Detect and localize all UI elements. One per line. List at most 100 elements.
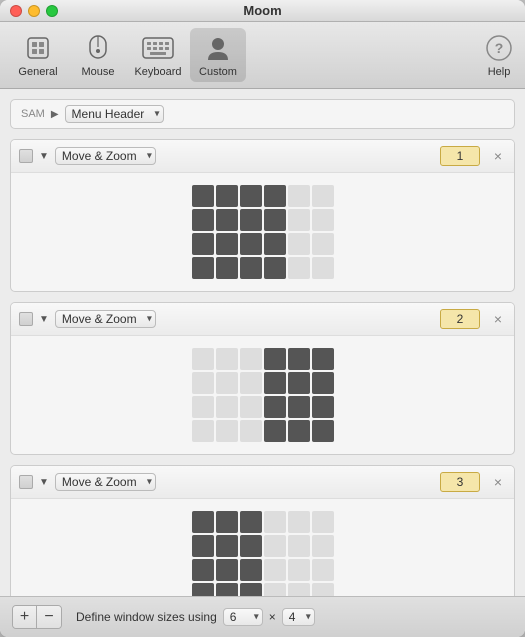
grid-cell[interactable] bbox=[288, 257, 310, 279]
rule-type-3[interactable]: Move & Zoom Move Zoom bbox=[55, 473, 156, 491]
toolbar-item-help[interactable]: ? Help bbox=[483, 32, 515, 78]
grid-cell[interactable] bbox=[240, 257, 262, 279]
grid-cell[interactable] bbox=[216, 559, 238, 581]
grid-cell[interactable] bbox=[216, 372, 238, 394]
grid-cell[interactable] bbox=[312, 511, 334, 533]
grid-cell[interactable] bbox=[264, 209, 286, 231]
grid-cell[interactable] bbox=[288, 583, 310, 596]
grid-cell[interactable] bbox=[312, 535, 334, 557]
grid-cell[interactable] bbox=[240, 348, 262, 370]
grid-cell[interactable] bbox=[192, 372, 214, 394]
grid-cell[interactable] bbox=[312, 209, 334, 231]
grid-cell[interactable] bbox=[192, 559, 214, 581]
rule-type-2[interactable]: Move & Zoom Move Zoom bbox=[55, 310, 156, 328]
rule-checkbox-1[interactable] bbox=[19, 149, 33, 163]
rule-close-3[interactable]: × bbox=[490, 474, 506, 490]
grid-cell[interactable] bbox=[240, 233, 262, 255]
grid-cell[interactable] bbox=[312, 559, 334, 581]
grid-cell[interactable] bbox=[216, 185, 238, 207]
grid-rows-select-wrapper[interactable]: 436 bbox=[282, 608, 315, 626]
rule-checkbox-2[interactable] bbox=[19, 312, 33, 326]
grid-cell[interactable] bbox=[240, 420, 262, 442]
grid-cell[interactable] bbox=[288, 511, 310, 533]
grid-cell[interactable] bbox=[264, 185, 286, 207]
grid-cell[interactable] bbox=[288, 535, 310, 557]
grid-cols-select[interactable]: 64812 bbox=[223, 608, 263, 626]
sam-select[interactable]: Menu Header Space Default bbox=[65, 105, 164, 123]
grid-cell[interactable] bbox=[288, 372, 310, 394]
grid-cell[interactable] bbox=[240, 372, 262, 394]
grid-cell[interactable] bbox=[240, 559, 262, 581]
sam-select-wrapper[interactable]: Menu Header Space Default bbox=[65, 105, 164, 123]
toolbar-item-general[interactable]: General bbox=[10, 28, 66, 82]
grid-cell[interactable] bbox=[240, 535, 262, 557]
maximize-button[interactable] bbox=[46, 5, 58, 17]
grid-cell[interactable] bbox=[192, 185, 214, 207]
grid-cell[interactable] bbox=[288, 185, 310, 207]
grid-cell[interactable] bbox=[288, 209, 310, 231]
grid-cell[interactable] bbox=[312, 348, 334, 370]
grid-cell[interactable] bbox=[192, 420, 214, 442]
toolbar-item-mouse[interactable]: Mouse bbox=[70, 28, 126, 82]
add-rule-button[interactable]: + bbox=[13, 606, 37, 628]
grid-cell[interactable] bbox=[312, 233, 334, 255]
grid-cell[interactable] bbox=[216, 209, 238, 231]
rule-close-2[interactable]: × bbox=[490, 311, 506, 327]
grid-cell[interactable] bbox=[240, 511, 262, 533]
grid-cell[interactable] bbox=[240, 396, 262, 418]
grid-cell[interactable] bbox=[216, 583, 238, 596]
grid-cell[interactable] bbox=[264, 257, 286, 279]
grid-cell[interactable] bbox=[312, 420, 334, 442]
grid-cell[interactable] bbox=[192, 209, 214, 231]
grid-cell[interactable] bbox=[264, 420, 286, 442]
grid-cell[interactable] bbox=[192, 257, 214, 279]
rule-close-1[interactable]: × bbox=[490, 148, 506, 164]
toolbar-item-custom[interactable]: Custom bbox=[190, 28, 246, 82]
grid-cell[interactable] bbox=[288, 559, 310, 581]
grid-cell[interactable] bbox=[216, 396, 238, 418]
grid-cell[interactable] bbox=[288, 396, 310, 418]
grid-cell[interactable] bbox=[312, 372, 334, 394]
grid-cell[interactable] bbox=[192, 396, 214, 418]
grid-cell[interactable] bbox=[216, 233, 238, 255]
grid-cell[interactable] bbox=[312, 396, 334, 418]
grid-cell[interactable] bbox=[264, 583, 286, 596]
rule-checkbox-3[interactable] bbox=[19, 475, 33, 489]
grid-cell[interactable] bbox=[216, 535, 238, 557]
grid-cell[interactable] bbox=[192, 511, 214, 533]
grid-cell[interactable] bbox=[216, 257, 238, 279]
minimize-button[interactable] bbox=[28, 5, 40, 17]
rule-type-select-2[interactable]: Move & Zoom Move Zoom bbox=[55, 310, 156, 328]
grid-cell[interactable] bbox=[288, 233, 310, 255]
grid-cell[interactable] bbox=[192, 233, 214, 255]
grid-cell[interactable] bbox=[264, 233, 286, 255]
rule-expand-1[interactable]: ▼ bbox=[39, 151, 49, 162]
grid-cell[interactable] bbox=[192, 348, 214, 370]
grid-cell[interactable] bbox=[240, 185, 262, 207]
grid-cols-select-wrapper[interactable]: 64812 bbox=[223, 608, 263, 626]
grid-cell[interactable] bbox=[312, 257, 334, 279]
grid-cell[interactable] bbox=[288, 348, 310, 370]
grid-cell[interactable] bbox=[216, 348, 238, 370]
grid-cell[interactable] bbox=[264, 511, 286, 533]
grid-cell[interactable] bbox=[264, 348, 286, 370]
grid-cell[interactable] bbox=[264, 535, 286, 557]
grid-cell[interactable] bbox=[288, 420, 310, 442]
rule-type-select-3[interactable]: Move & Zoom Move Zoom bbox=[55, 473, 156, 491]
grid-rows-select[interactable]: 436 bbox=[282, 608, 315, 626]
rule-type-1[interactable]: Move & Zoom Move Zoom bbox=[55, 147, 156, 165]
grid-cell[interactable] bbox=[192, 535, 214, 557]
rule-expand-2[interactable]: ▼ bbox=[39, 314, 49, 325]
grid-cell[interactable] bbox=[264, 396, 286, 418]
rule-expand-3[interactable]: ▼ bbox=[39, 477, 49, 488]
grid-cell[interactable] bbox=[264, 559, 286, 581]
grid-cell[interactable] bbox=[312, 583, 334, 596]
grid-cell[interactable] bbox=[240, 209, 262, 231]
grid-cell[interactable] bbox=[192, 583, 214, 596]
rule-type-select-1[interactable]: Move & Zoom Move Zoom bbox=[55, 147, 156, 165]
grid-cell[interactable] bbox=[264, 372, 286, 394]
grid-cell[interactable] bbox=[216, 420, 238, 442]
grid-cell[interactable] bbox=[240, 583, 262, 596]
toolbar-item-keyboard[interactable]: Keyboard bbox=[130, 28, 186, 82]
close-button[interactable] bbox=[10, 5, 22, 17]
